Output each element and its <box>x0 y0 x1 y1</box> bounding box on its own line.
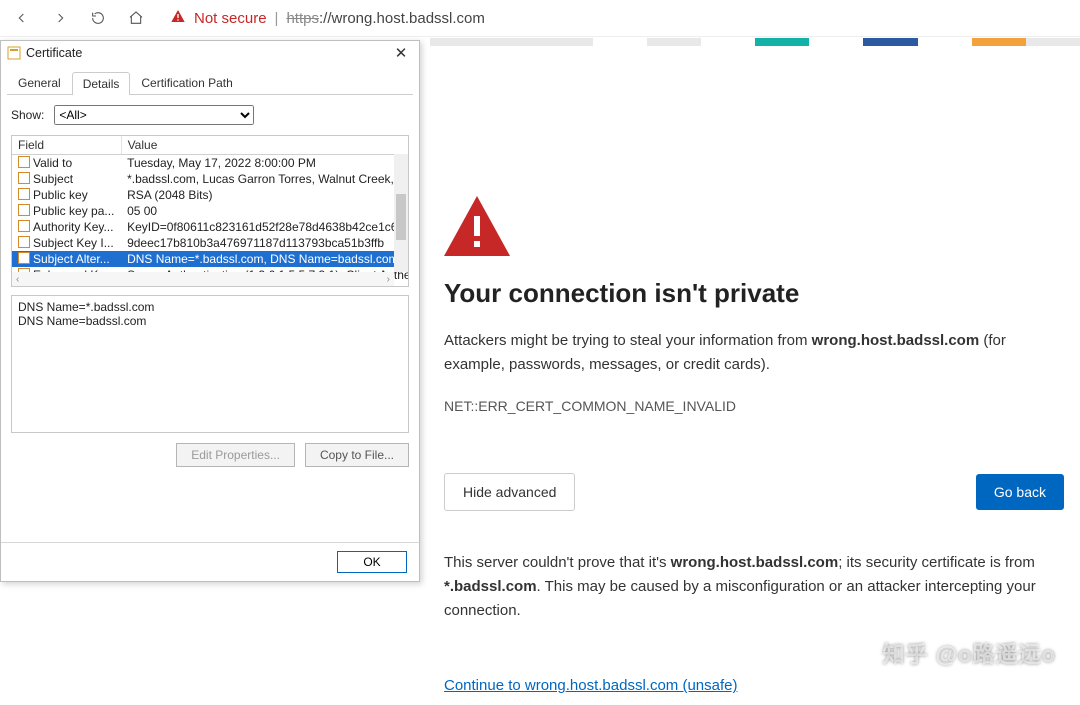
table-row[interactable]: Subject Key I...9deec17b810b3a476971187d… <box>12 235 409 251</box>
error-description: Attackers might be trying to steal your … <box>444 329 1064 377</box>
back-button[interactable] <box>8 4 36 32</box>
table-row[interactable]: Authority Key...KeyID=0f80611c823161d52f… <box>12 219 409 235</box>
dialog-title: Certificate <box>26 46 82 60</box>
column-field[interactable]: Field <box>12 136 121 155</box>
tab-general[interactable]: General <box>7 71 72 94</box>
show-label: Show: <box>11 108 44 122</box>
hide-advanced-button[interactable]: Hide advanced <box>444 473 575 511</box>
tab-details[interactable]: Details <box>72 72 131 95</box>
error-heading: Your connection isn't private <box>444 278 1064 309</box>
watermark: 知乎 @o路遥远o <box>883 637 1056 669</box>
column-value[interactable]: Value <box>121 136 409 155</box>
table-row[interactable]: Subject Alter...DNS Name=*.badssl.com, D… <box>12 251 409 267</box>
horizontal-scrollbar[interactable]: ‹› <box>12 272 394 286</box>
url-display: https://wrong.host.badssl.com <box>286 10 484 27</box>
close-icon[interactable]: ✕ <box>389 44 413 62</box>
field-value-grid[interactable]: Field Value Valid toTuesday, May 17, 202… <box>11 135 409 287</box>
table-row[interactable]: Valid toTuesday, May 17, 2022 8:00:00 PM <box>12 155 409 172</box>
decorative-stripe <box>430 38 1080 48</box>
table-row[interactable]: Public key pa...05 00 <box>12 203 409 219</box>
table-row[interactable]: Public keyRSA (2048 Bits) <box>12 187 409 203</box>
not-secure-label: Not secure <box>194 10 267 27</box>
address-bar[interactable]: Not secure | https://wrong.host.badssl.c… <box>160 4 1072 32</box>
show-select[interactable]: <All> <box>54 105 254 125</box>
tab-cert-path[interactable]: Certification Path <box>130 71 243 94</box>
warning-triangle-icon <box>170 8 186 28</box>
copy-to-file-button[interactable]: Copy to File... <box>305 443 409 467</box>
warning-triangle-icon <box>444 196 510 256</box>
value-detail-pane[interactable]: DNS Name=*.badssl.com DNS Name=badssl.co… <box>11 295 409 433</box>
go-back-button[interactable]: Go back <box>976 474 1064 510</box>
error-detail: This server couldn't prove that it's wro… <box>444 551 1064 623</box>
separator: | <box>275 10 279 27</box>
table-row[interactable]: Subject*.badssl.com, Lucas Garron Torres… <box>12 171 409 187</box>
certificate-icon <box>7 46 21 60</box>
refresh-button[interactable] <box>84 4 112 32</box>
home-button[interactable] <box>122 4 150 32</box>
vertical-scrollbar[interactable] <box>394 154 408 272</box>
continue-unsafe-link[interactable]: Continue to wrong.host.badssl.com (unsaf… <box>444 677 738 694</box>
certificate-dialog: Certificate ✕ General Details Certificat… <box>0 40 420 582</box>
edit-properties-button: Edit Properties... <box>176 443 295 467</box>
error-code: NET::ERR_CERT_COMMON_NAME_INVALID <box>444 395 1064 417</box>
forward-button[interactable] <box>46 4 74 32</box>
ok-button[interactable]: OK <box>337 551 407 573</box>
